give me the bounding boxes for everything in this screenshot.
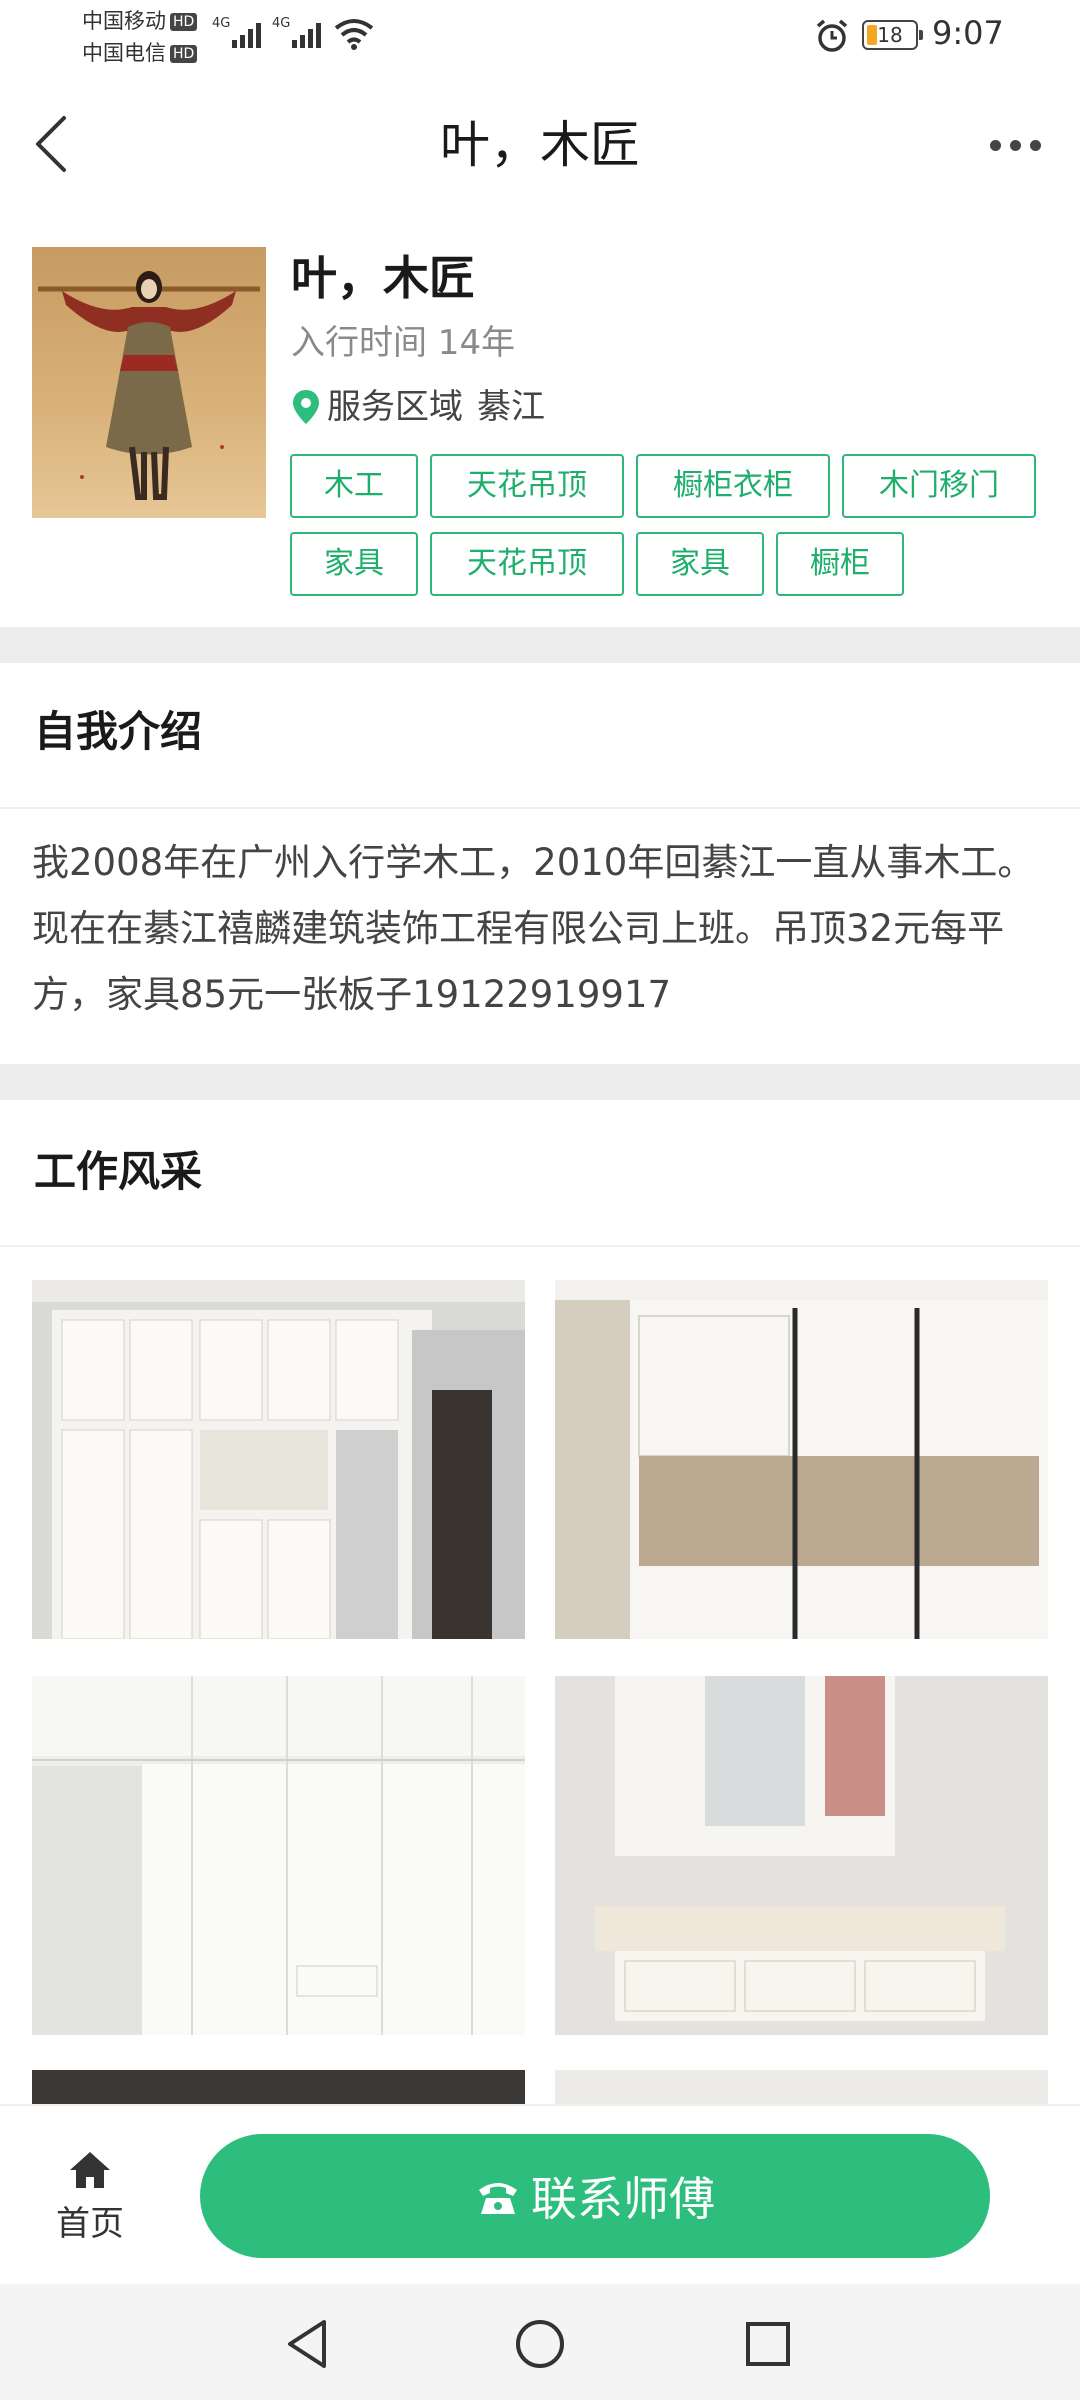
work-photo[interactable]: [555, 1676, 1048, 2035]
skill-tag: 木门移门: [842, 454, 1036, 518]
system-navigation-bar: [0, 2284, 1080, 2400]
nav-recents-icon[interactable]: [744, 2320, 792, 2368]
work-photo[interactable]: [32, 1676, 525, 2035]
service-area-label: 服务区域: [327, 387, 463, 427]
contact-worker-button[interactable]: 联系师傅: [200, 2134, 990, 2258]
home-icon: [70, 2152, 110, 2188]
wifi-icon: [334, 19, 374, 50]
more-options-icon[interactable]: [980, 120, 1050, 170]
contact-worker-label: 联系师傅: [531, 2172, 715, 2226]
skill-tags: 木工 天花吊顶 橱柜衣柜 木门移门 家具 天花吊顶 家具 橱柜: [290, 454, 1050, 596]
skill-tag: 橱柜: [776, 532, 904, 596]
status-bar: 中国移动 HD 中国电信 HD 4G 4G 18 9:07: [0, 0, 1080, 72]
skill-tag: 家具: [290, 532, 418, 596]
title-bar: 叶，木匠: [0, 90, 1080, 200]
intro-text: 我2008年在广州入行学木工，2010年回綦江一直从事木工。现在在綦江禧麟建筑装…: [32, 841, 1035, 1016]
bottom-action-bar: 首页 联系师傅: [0, 2104, 1080, 2284]
nav-home-icon[interactable]: [514, 2318, 566, 2370]
hd-badge: HD: [170, 45, 198, 63]
signal-icon: [292, 20, 321, 48]
signal-icon: [232, 20, 261, 48]
network-type-1: 4G: [212, 16, 231, 31]
skill-tag: 家具: [636, 532, 764, 596]
work-photo[interactable]: [32, 2070, 525, 2104]
service-area: 服务区域 綦江: [291, 382, 545, 432]
carrier-2-name: 中国电信: [82, 41, 166, 65]
worker-name: 叶，木匠: [291, 251, 475, 305]
page-title: 叶，木匠: [440, 116, 640, 174]
service-area-value: 綦江: [477, 387, 545, 427]
skill-tag: 木工: [290, 454, 418, 518]
battery-level: 18: [877, 23, 903, 47]
work-photo[interactable]: [555, 2070, 1048, 2104]
hd-badge: HD: [170, 13, 198, 31]
work-photo[interactable]: [32, 1280, 525, 1639]
gallery-divider: [0, 1245, 1080, 1247]
alarm-icon: [816, 19, 848, 52]
phone-icon: [479, 2183, 517, 2214]
clock: 9:07: [932, 14, 1004, 52]
section-divider: [0, 1064, 1080, 1100]
skill-tag: 橱柜衣柜: [636, 454, 830, 518]
intro-divider: [0, 807, 1080, 809]
carrier-2: 中国电信 HD: [82, 40, 198, 66]
skill-tag: 天花吊顶: [430, 454, 624, 518]
network-type-2: 4G: [272, 16, 291, 31]
home-tab[interactable]: 首页: [40, 2150, 140, 2245]
home-label: 首页: [56, 2204, 124, 2244]
location-pin-icon: [293, 390, 319, 424]
skill-tag: 天花吊顶: [430, 532, 624, 596]
intro-title: 自我介绍: [34, 707, 203, 756]
section-divider: [0, 627, 1080, 663]
experience-years: 入行时间 14年: [291, 323, 516, 363]
gallery-title: 工作风采: [34, 1147, 203, 1196]
carrier-1-name: 中国移动: [82, 9, 166, 33]
battery-icon: 18: [862, 20, 923, 50]
carrier-1: 中国移动 HD: [82, 8, 198, 34]
nav-back-icon[interactable]: [284, 2318, 332, 2370]
work-photo[interactable]: [555, 1280, 1048, 1639]
avatar: [32, 247, 266, 518]
